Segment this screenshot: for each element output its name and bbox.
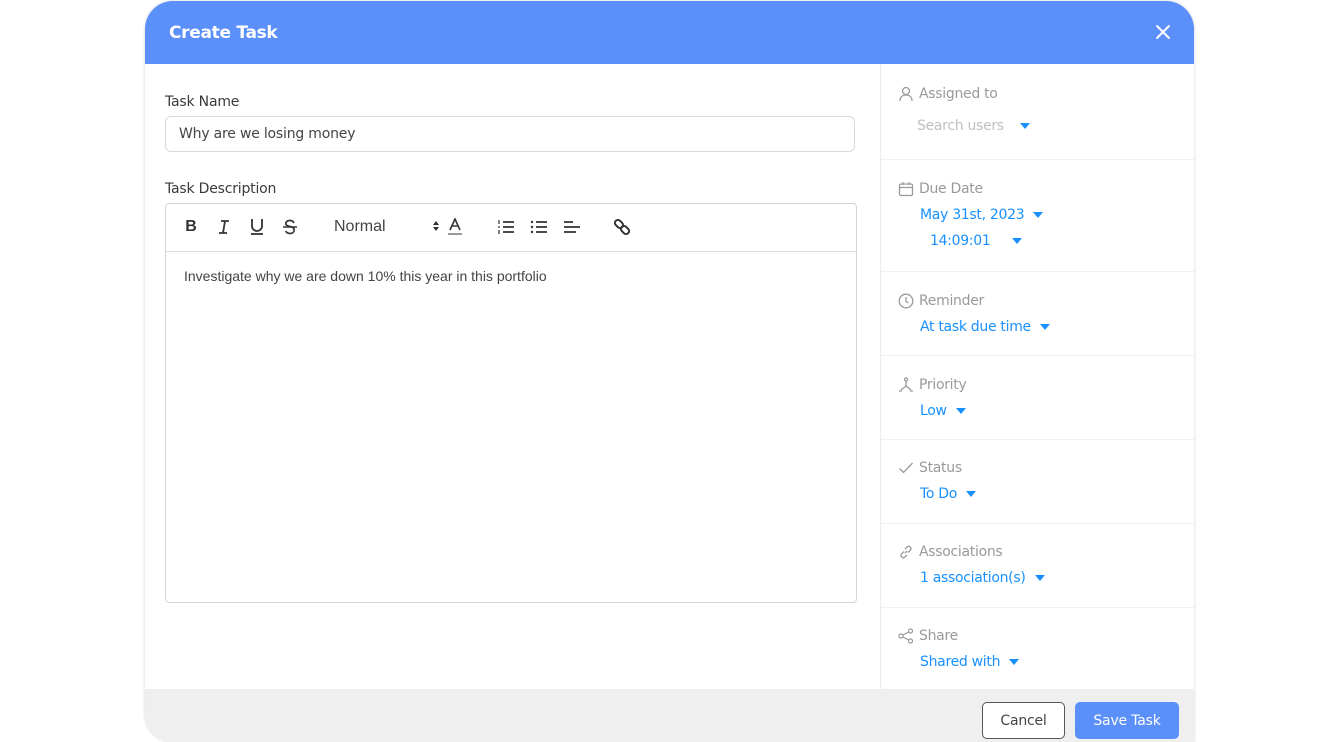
task-name-input[interactable]: Why are we losing money — [165, 116, 855, 152]
link-icon — [613, 218, 631, 236]
ordered-list-button[interactable] — [497, 217, 515, 237]
priority-value: Low — [920, 403, 947, 419]
due-time-value: 14:09:01 — [930, 233, 991, 249]
user-icon — [899, 86, 913, 102]
close-icon — [1156, 25, 1170, 39]
priority-label: Priority — [919, 377, 967, 393]
reminder-label: Reminder — [919, 293, 984, 309]
dialog-footer: Cancel Save Task — [145, 689, 1194, 742]
due-time-select[interactable]: 14:09:01 — [930, 233, 1023, 249]
cancel-button[interactable]: Cancel — [982, 702, 1065, 739]
format-select[interactable]: Normal — [334, 216, 440, 238]
link-icon — [900, 545, 912, 559]
save-task-button[interactable]: Save Task — [1075, 702, 1179, 739]
search-users-placeholder: Search users — [917, 118, 1004, 134]
text-color-icon — [448, 218, 462, 235]
status-section: Status To Do — [881, 440, 1194, 524]
close-button[interactable] — [1152, 21, 1174, 43]
associations-section: Associations 1 association(s) — [881, 524, 1194, 608]
associations-label: Associations — [919, 544, 1003, 560]
ordered-list-icon — [498, 220, 514, 234]
priority-icon — [899, 377, 913, 392]
task-description-label: Task Description — [165, 181, 277, 197]
status-select[interactable]: To Do — [920, 486, 977, 502]
reminder-section: Reminder At task due time — [881, 272, 1194, 356]
task-properties-sidebar: Assigned to Search users Due Date May 31… — [880, 64, 1194, 689]
text-color-button[interactable] — [447, 217, 463, 237]
assigned-to-section: Assigned to Search users — [881, 64, 1194, 160]
align-icon — [564, 221, 580, 233]
chevron-down-icon — [1033, 212, 1044, 218]
format-select-value: Normal — [334, 218, 386, 235]
chevron-down-icon — [1034, 575, 1045, 581]
reminder-select[interactable]: At task due time — [920, 319, 1050, 335]
reminder-value: At task due time — [920, 319, 1031, 335]
task-name-label: Task Name — [165, 94, 240, 110]
chevron-down-icon — [1009, 659, 1020, 665]
share-select[interactable]: Shared with — [920, 654, 1020, 670]
assigned-to-select[interactable]: Search users — [917, 118, 1030, 134]
chevron-down-icon — [1012, 238, 1023, 244]
clock-icon — [898, 293, 914, 309]
strikethrough-button[interactable] — [282, 217, 298, 237]
due-date-label: Due Date — [919, 181, 983, 197]
editor-toolbar: B Normal — [166, 204, 856, 252]
italic-button[interactable] — [217, 217, 231, 237]
associations-select[interactable]: 1 association(s) — [920, 570, 1045, 586]
share-label: Share — [919, 628, 958, 644]
strikethrough-icon — [283, 219, 297, 235]
bold-icon: B — [185, 218, 197, 235]
priority-section: Priority Low — [881, 356, 1194, 440]
align-button[interactable] — [563, 217, 581, 237]
calendar-icon — [898, 182, 914, 197]
dialog-header: Create Task — [145, 1, 1194, 64]
share-icon — [898, 628, 914, 644]
bold-button[interactable]: B — [184, 217, 198, 237]
description-editor: B Normal Investigate why we are down 10%… — [165, 203, 857, 603]
chevron-down-icon — [1039, 324, 1050, 330]
due-date-value: May 31st, 2023 — [920, 207, 1025, 223]
share-section: Share Shared with — [881, 608, 1194, 689]
due-date-section: Due Date May 31st, 2023 14:09:01 — [881, 160, 1194, 272]
underline-icon — [251, 219, 263, 235]
associations-value: 1 association(s) — [920, 570, 1026, 586]
status-label: Status — [919, 460, 962, 476]
chevron-down-icon — [955, 408, 966, 414]
task-form: Task Name Why are we losing money Task D… — [145, 64, 880, 689]
dialog-title: Create Task — [169, 23, 278, 43]
status-value: To Do — [920, 486, 958, 502]
link-button[interactable] — [613, 217, 631, 237]
bullet-list-button[interactable] — [530, 217, 548, 237]
chevron-down-icon — [966, 491, 977, 497]
due-date-select[interactable]: May 31st, 2023 — [920, 207, 1044, 223]
create-task-dialog: Create Task Task Name Why are we losing … — [145, 1, 1194, 742]
share-value: Shared with — [920, 654, 1001, 670]
description-text[interactable]: Investigate why we are down 10% this yea… — [184, 268, 547, 284]
bullet-list-icon — [530, 220, 547, 234]
chevron-down-icon — [1019, 123, 1030, 129]
italic-icon — [219, 220, 229, 234]
assigned-to-label: Assigned to — [919, 86, 998, 102]
check-icon — [899, 462, 913, 474]
up-down-arrow-icon — [433, 221, 439, 231]
underline-button[interactable] — [249, 217, 265, 237]
priority-select[interactable]: Low — [920, 403, 966, 419]
